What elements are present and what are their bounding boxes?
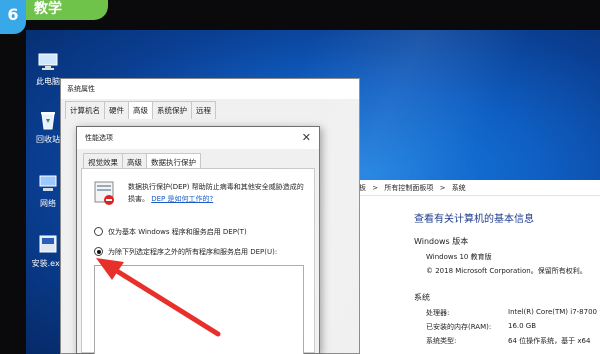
- annotation-arrow: [96, 258, 221, 337]
